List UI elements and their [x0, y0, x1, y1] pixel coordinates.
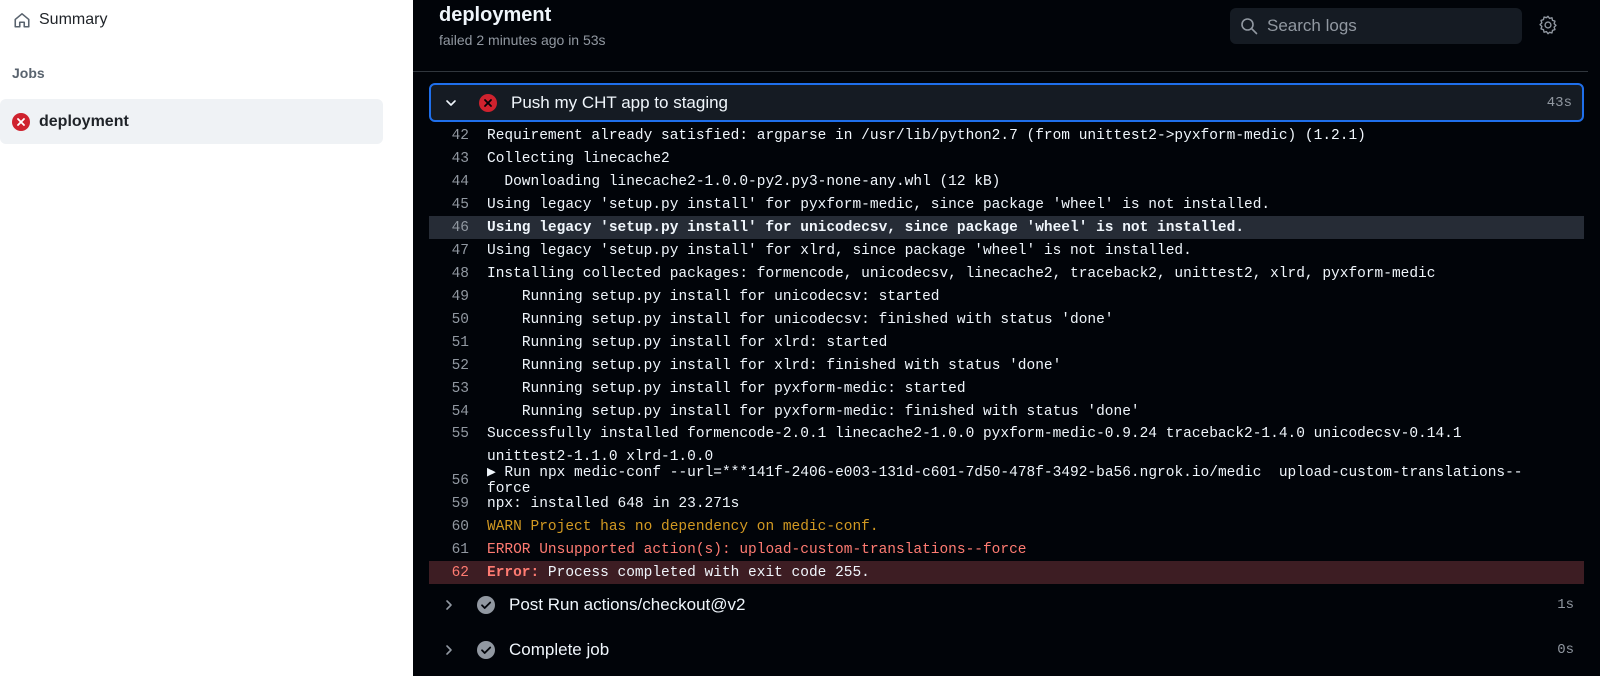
line-number[interactable]: 54 [429, 404, 487, 420]
log-line-error: 62 Error: Process completed with exit cod… [429, 561, 1584, 584]
check-circle-icon [476, 640, 496, 660]
log-line-warning: 60 WARN Project has no dependency on medi… [429, 515, 1584, 538]
failed-icon [12, 112, 30, 131]
log-line: 52 Running setup.py install for xlrd: fi… [429, 354, 1584, 377]
line-number[interactable]: 52 [429, 358, 487, 374]
log-line: 50 Running setup.py install for unicodec… [429, 308, 1584, 331]
log-line-group[interactable]: 56 ▶ Run npx medic-conf --url=***141f-240… [429, 465, 1584, 497]
line-text: Running setup.py install for xlrd: start… [487, 334, 888, 351]
log-lines: 42 Requirement already satisfied: argpars… [429, 124, 1584, 584]
sidebar-item-summary[interactable]: Summary [0, 4, 390, 36]
line-number[interactable]: 45 [429, 197, 487, 213]
log-line: 54 Running setup.py install for pyxform-… [429, 400, 1584, 423]
sidebar: Summary Jobs deployment [0, 0, 403, 676]
search-input[interactable] [1267, 16, 1507, 36]
log-line: 48 Installing collected packages: formenc… [429, 262, 1584, 285]
step-duration: 0s [1557, 642, 1574, 658]
line-text: npx: installed 648 in 23.271s [487, 495, 740, 512]
log-line: 47 Using legacy 'setup.py install' for xl… [429, 239, 1584, 262]
log-line: 44 Downloading linecache2-1.0.0-py2.py3-… [429, 170, 1584, 193]
sidebar-item-deployment[interactable]: deployment [0, 99, 383, 144]
step-duration: 43s [1546, 94, 1572, 111]
log-panel: deployment failed 2 minutes ago in 53s P… [413, 0, 1600, 676]
step-name: Post Run actions/checkout@v2 [509, 595, 746, 614]
line-text: Successfully installed formencode-2.0.1 … [487, 426, 1471, 465]
page-title: deployment [439, 4, 552, 26]
line-number[interactable]: 47 [429, 243, 487, 259]
line-number[interactable]: 46 [429, 220, 487, 236]
line-number[interactable]: 48 [429, 266, 487, 282]
line-text: Using legacy 'setup.py install' for pyxf… [487, 196, 1271, 213]
log-line-highlighted: 46 Using legacy 'setup.py install' for un… [429, 216, 1584, 239]
log-line: 42 Requirement already satisfied: argpars… [429, 124, 1584, 147]
chevron-right-icon [442, 643, 456, 657]
line-text: Installing collected packages: formencod… [487, 265, 1436, 282]
line-number[interactable]: 61 [429, 542, 487, 558]
error-prefix: Error: [487, 564, 540, 581]
log-line: 45 Using legacy 'setup.py install' for py… [429, 193, 1584, 216]
line-number[interactable]: 50 [429, 312, 487, 328]
error-message: Process completed with exit code 255. [539, 564, 870, 581]
line-number[interactable]: 60 [429, 519, 487, 535]
log-line: 51 Running setup.py install for xlrd: st… [429, 331, 1584, 354]
line-number[interactable]: 44 [429, 174, 487, 190]
step-push-cht-app[interactable]: Push my CHT app to staging 43s [429, 83, 1584, 122]
line-number[interactable]: 49 [429, 289, 487, 305]
sidebar-item-label: deployment [39, 112, 129, 130]
line-text: Error: Process completed with exit code … [487, 565, 1547, 581]
line-number[interactable]: 51 [429, 335, 487, 351]
line-text: Running setup.py install for pyxform-med… [487, 380, 966, 397]
sidebar-item-label: Summary [39, 11, 108, 28]
line-text: Running setup.py install for unicodecsv:… [487, 311, 1114, 328]
home-icon [12, 10, 32, 30]
step-duration: 1s [1557, 597, 1574, 613]
line-text: Using legacy 'setup.py install' for unic… [487, 219, 1245, 236]
line-text: ERROR Unsupported action(s): upload-cust… [487, 541, 1027, 558]
line-number[interactable]: 53 [429, 381, 487, 397]
job-status-text: failed 2 minutes ago in 53s [439, 32, 606, 48]
line-text: WARN Project has no dependency on medic-… [487, 518, 879, 535]
log-line: 49 Running setup.py install for unicodec… [429, 285, 1584, 308]
chevron-down-icon [444, 96, 458, 110]
step-post-run-checkout[interactable]: Post Run actions/checkout@v2 1s [429, 587, 1584, 623]
line-text: Downloading linecache2-1.0.0-py2.py3-non… [487, 173, 1001, 190]
line-text: Running setup.py install for pyxform-med… [487, 403, 1140, 420]
failed-icon [478, 93, 498, 113]
log-line: 59 npx: installed 648 in 23.271s [429, 492, 1584, 515]
log-line: 43 Collecting linecache2 [429, 147, 1584, 170]
line-number[interactable]: 43 [429, 151, 487, 167]
line-text: Requirement already satisfied: argparse … [487, 127, 1366, 144]
line-number[interactable]: 55 [429, 426, 487, 442]
line-text: Running setup.py install for xlrd: finis… [487, 357, 1062, 374]
line-number[interactable]: 59 [429, 496, 487, 512]
check-circle-icon [476, 595, 496, 615]
log-header: deployment failed 2 minutes ago in 53s [413, 0, 1588, 72]
line-number[interactable]: 42 [429, 128, 487, 144]
line-text: Running setup.py install for unicodecsv:… [487, 288, 940, 305]
search-box[interactable] [1230, 8, 1522, 44]
line-text: Using legacy 'setup.py install' for xlrd… [487, 242, 1192, 259]
gear-icon[interactable] [1537, 14, 1559, 36]
line-number[interactable]: 62 [429, 565, 487, 581]
log-line: 55 Successfully installed formencode-2.0.… [429, 423, 1584, 469]
chevron-right-icon [442, 598, 456, 612]
step-name: Complete job [509, 640, 610, 659]
line-number[interactable]: 56 [429, 473, 487, 489]
line-text: Collecting linecache2 [487, 150, 670, 167]
log-line-error: 61 ERROR Unsupported action(s): upload-cu… [429, 538, 1584, 561]
log-line: 53 Running setup.py install for pyxform-… [429, 377, 1584, 400]
sidebar-section-heading: Jobs [12, 65, 45, 81]
search-icon [1240, 17, 1258, 35]
step-name: Push my CHT app to staging [511, 92, 729, 112]
step-complete-job[interactable]: Complete job 0s [429, 632, 1584, 668]
